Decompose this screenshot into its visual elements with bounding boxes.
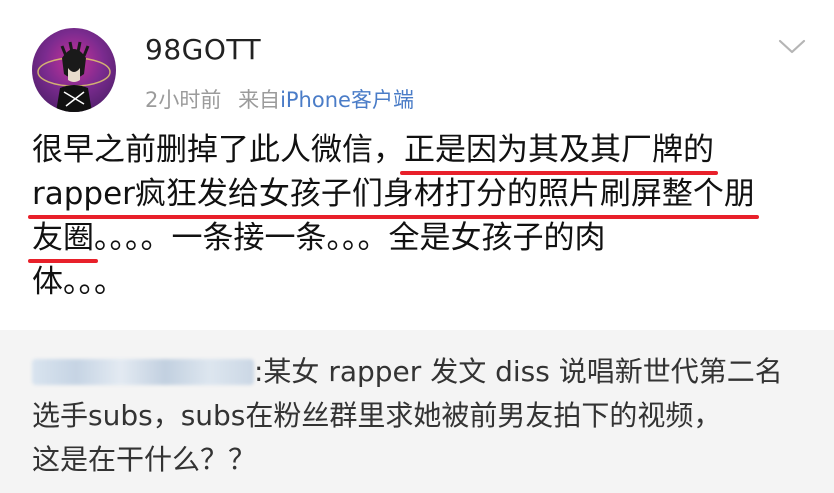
highlighted-text: 友圈: [28, 216, 98, 263]
post-meta: 2小时前 来自iPhone客户端: [145, 84, 414, 114]
repost-line: 选手subs，subs在粉丝群里求她被前男友拍下的视频，: [32, 399, 722, 432]
chevron-down-icon[interactable]: [777, 38, 807, 56]
source-prefix: 来自: [238, 88, 281, 112]
highlighted-text: 正是因为其及其厂牌的: [400, 128, 718, 175]
post-time: 2小时前: [145, 88, 222, 112]
post-content: 很早之前删掉了此人微信，正是因为其及其厂牌的 rapper疯狂发给女孩子们身材打…: [28, 128, 802, 304]
content-line: 友圈。。。。一条接一条。。。全是女孩子的肉: [28, 216, 802, 263]
content-line: 体。。。: [32, 264, 125, 300]
repost-text: :某女 rapper 发文 diss 说唱新世代第二名 选手subs，subs在…: [32, 350, 812, 482]
highlighted-text: rapper疯狂发给女孩子们身材打分的照片刷屏整个朋: [28, 172, 759, 219]
content-line: 很早之前删掉了此人微信，正是因为其及其厂牌的: [32, 128, 802, 175]
username[interactable]: 98GOTT: [145, 33, 261, 66]
weibo-post: 98GOTT 2小时前 来自iPhone客户端 很早之前删掉了此人微信，正是因为…: [0, 0, 834, 493]
repost-line: 这是在干什么？？: [32, 443, 257, 476]
post-source[interactable]: iPhone客户端: [280, 88, 414, 112]
content-line: rapper疯狂发给女孩子们身材打分的照片刷屏整个朋: [28, 172, 802, 219]
avatar-image: [37, 41, 111, 112]
redacted-author-name[interactable]: [32, 359, 254, 385]
repost-card[interactable]: :某女 rapper 发文 diss 说唱新世代第二名 选手subs，subs在…: [0, 330, 834, 493]
repost-line: :某女 rapper 发文 diss 说唱新世代第二名: [32, 350, 812, 394]
avatar[interactable]: [32, 28, 116, 112]
